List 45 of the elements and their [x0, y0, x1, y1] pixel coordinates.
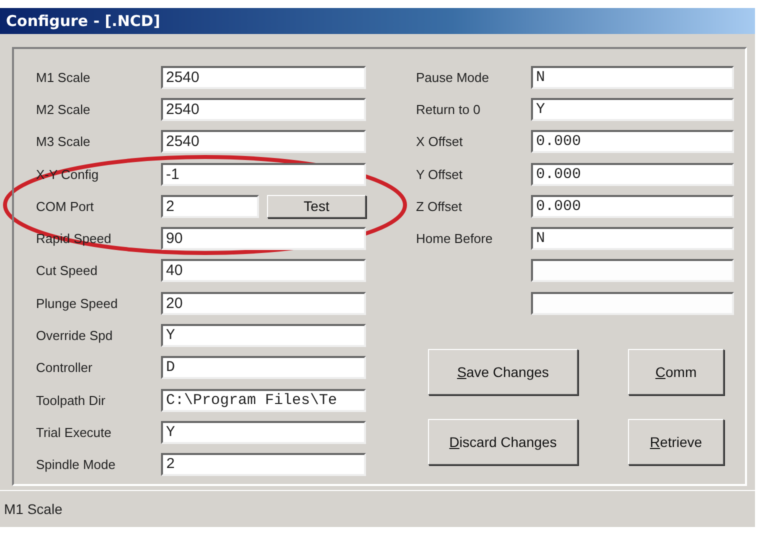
field-label: Toolpath Dir [36, 392, 106, 408]
field-label: M1 Scale [36, 70, 90, 85]
field-label: Trial Execute [36, 424, 112, 440]
field-label: Cut Speed [36, 263, 98, 278]
field-label: M2 Scale [36, 102, 90, 117]
field-label: Home Before [416, 231, 493, 246]
input-field[interactable]: 2540 [161, 98, 366, 121]
input-field[interactable]: 2540 [161, 66, 366, 89]
action-button[interactable]: Save Changes [428, 349, 578, 396]
field-label: X Offset [416, 134, 463, 150]
field-label: Return to 0 [416, 102, 480, 117]
input-field[interactable]: Y [161, 420, 366, 444]
input-field[interactable]: Y [161, 324, 366, 348]
input-field[interactable]: N [531, 66, 734, 89]
action-button[interactable]: Discard Changes [428, 419, 578, 466]
field-label: M3 Scale [36, 134, 90, 150]
input-field[interactable]: 0.000 [531, 130, 734, 154]
field-label: Override Spd [36, 328, 113, 344]
input-field[interactable]: 0.000 [531, 162, 734, 186]
input-field[interactable]: C:\Program Files\Te [161, 388, 366, 412]
field-label: Pause Mode [416, 70, 489, 85]
field-label: Z Offset [416, 198, 462, 214]
field-label: Spindle Mode [36, 457, 116, 472]
input-field[interactable] [531, 292, 734, 315]
input-field[interactable]: 2 [161, 453, 366, 476]
input-field[interactable]: -1 [161, 162, 366, 186]
status-text: M1 Scale [4, 501, 62, 517]
input-field[interactable]: 90 [161, 227, 366, 250]
field-label: Controller [36, 360, 92, 376]
input-field[interactable]: 0.000 [531, 194, 734, 218]
input-field[interactable]: N [531, 227, 734, 250]
field-label: COM Port [36, 198, 94, 214]
field-label: Y Offset [416, 166, 462, 182]
field-label: Plunge Speed [36, 296, 118, 311]
input-field[interactable]: 2540 [161, 130, 366, 154]
window-title: Configure - [.NCD] [0, 8, 755, 34]
test-button[interactable]: Test [267, 194, 366, 218]
input-field[interactable] [531, 259, 734, 282]
input-field[interactable]: 40 [161, 259, 366, 282]
input-field[interactable]: 2 [161, 194, 259, 218]
action-button[interactable]: Retrieve [628, 419, 724, 466]
action-button[interactable]: Comm [628, 349, 724, 396]
input-field[interactable]: D [161, 356, 366, 380]
input-field[interactable]: 20 [161, 292, 366, 315]
input-field[interactable]: Y [531, 98, 734, 121]
